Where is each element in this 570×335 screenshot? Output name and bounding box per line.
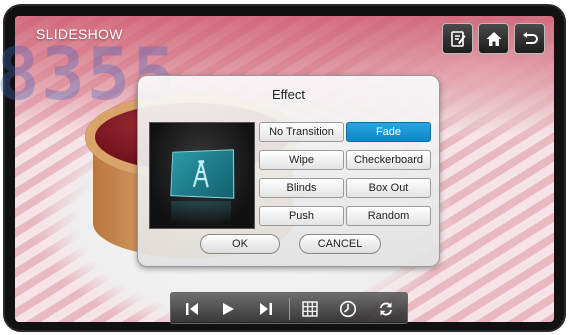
back-button[interactable] [514, 23, 545, 54]
playback-control-bar [170, 292, 408, 324]
effect-blinds-button[interactable]: Blinds [259, 178, 344, 198]
previous-icon [186, 303, 198, 315]
effect-no-transition-button[interactable]: No Transition [259, 122, 344, 142]
slide-preview-card [170, 149, 235, 199]
next-button[interactable] [253, 297, 279, 321]
ok-button[interactable]: OK [200, 234, 280, 254]
grid-icon [302, 301, 318, 317]
interval-timer-button[interactable] [335, 297, 361, 321]
control-divider [289, 298, 290, 320]
effect-dialog: Effect No Transition Fade Wipe Checkerbo… [137, 75, 440, 267]
effect-fade-button[interactable]: Fade [346, 122, 431, 142]
slide-preview-icon [193, 159, 205, 187]
play-button[interactable] [215, 297, 241, 321]
home-button[interactable] [478, 23, 509, 54]
edit-notes-icon [450, 30, 465, 47]
effect-preview [149, 122, 255, 229]
effect-push-button[interactable]: Push [259, 206, 344, 226]
home-icon [486, 31, 501, 46]
cancel-button[interactable]: CANCEL [299, 234, 381, 254]
play-icon [223, 303, 234, 315]
grid-view-button[interactable] [297, 297, 323, 321]
clock-icon [339, 300, 357, 318]
next-icon [260, 303, 272, 315]
edit-notes-button[interactable] [442, 23, 473, 54]
effect-box-out-button[interactable]: Box Out [346, 178, 431, 198]
previous-button[interactable] [179, 297, 205, 321]
effect-checkerboard-button[interactable]: Checkerboard [346, 150, 431, 170]
repeat-button[interactable] [373, 297, 399, 321]
back-icon [522, 31, 538, 44]
top-toolbar [442, 23, 545, 54]
slideshow-title: SLIDESHOW [36, 26, 123, 42]
effect-random-button[interactable]: Random [346, 206, 431, 226]
repeat-icon [380, 302, 392, 316]
effect-wipe-button[interactable]: Wipe [259, 150, 344, 170]
dialog-title: Effect [271, 87, 305, 102]
